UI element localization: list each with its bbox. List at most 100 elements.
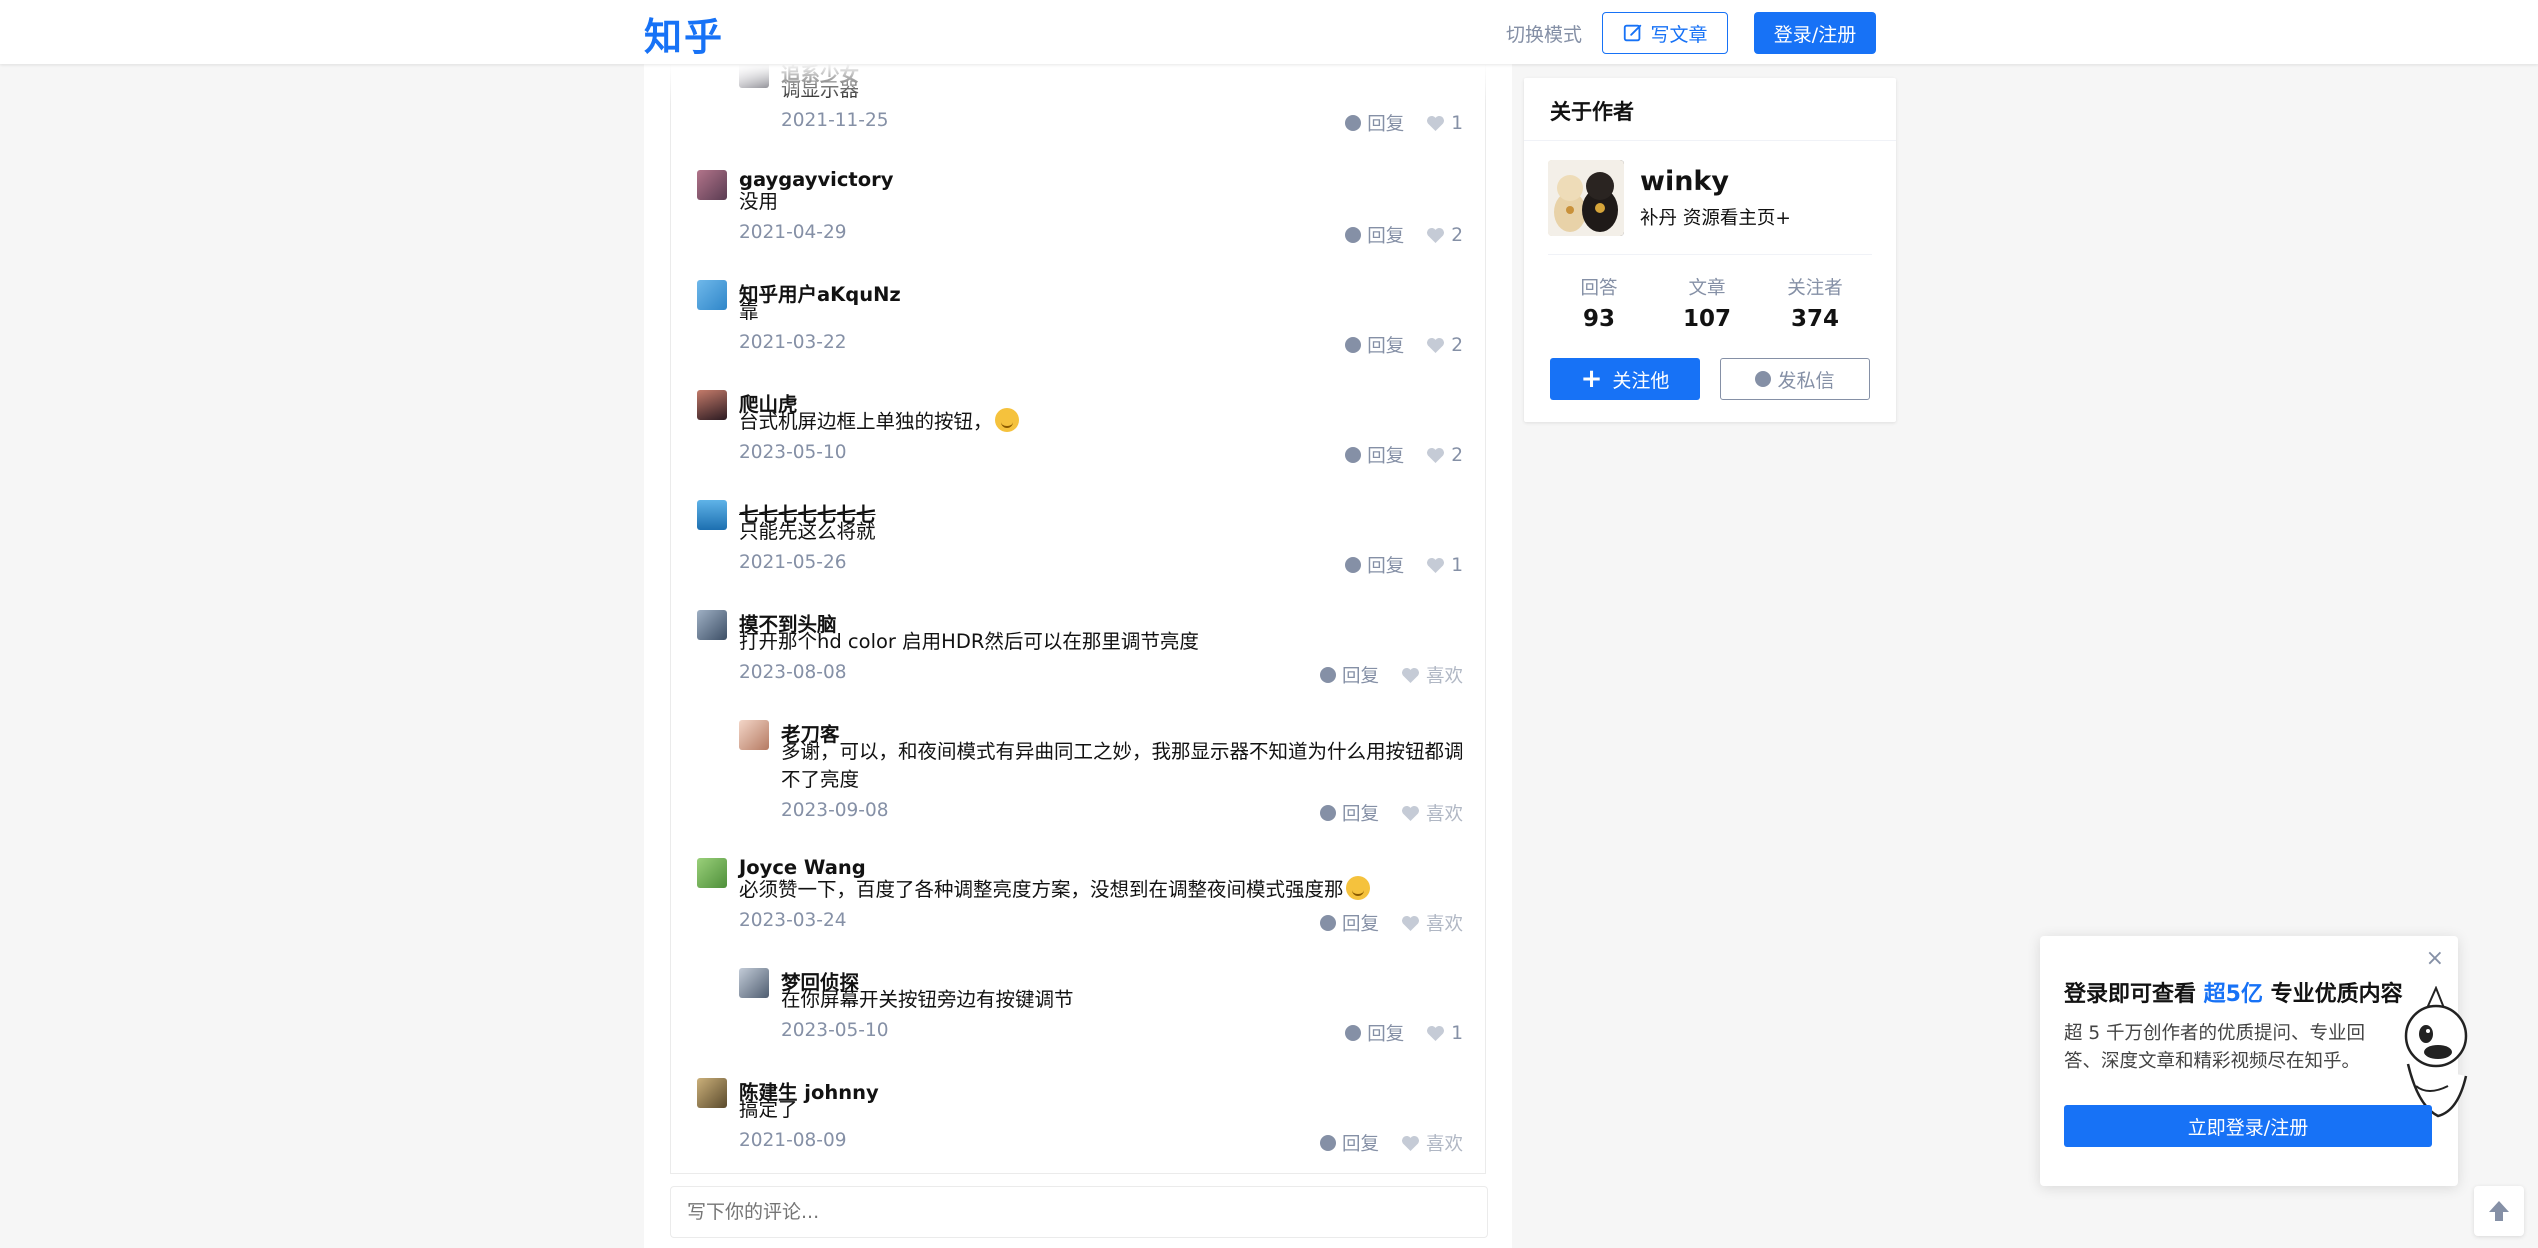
send-message-button[interactable]: 发私信 (1720, 358, 1870, 400)
heart-icon (1401, 915, 1419, 931)
comment-text: 打开那个hd color 启用HDR然后可以在那里调节亮度 (739, 630, 1199, 653)
stat-articles[interactable]: 文章 107 (1662, 274, 1752, 332)
like-button[interactable]: 喜欢 (1401, 910, 1463, 936)
avatar[interactable] (697, 390, 727, 420)
like-button[interactable]: 喜欢 (1401, 662, 1463, 688)
switch-mode-button[interactable]: 切换模式 (1506, 20, 1582, 47)
comment-date: 2021-04-29 (739, 222, 847, 243)
reply-label: 回复 (1367, 556, 1405, 577)
comment-actions: 回复 2 (1345, 222, 1463, 248)
lucky-cat-image (1548, 160, 1624, 236)
reply-button[interactable]: 回复 (1345, 222, 1404, 248)
comment-text: 搞定了 (739, 1098, 798, 1121)
reply-button[interactable]: 回复 (1345, 552, 1404, 578)
like-button[interactable]: 1 (1426, 555, 1463, 576)
reply-label: 回复 (1367, 226, 1405, 247)
like-button[interactable]: 喜欢 (1401, 800, 1463, 826)
reply-button[interactable]: 回复 (1345, 1020, 1404, 1046)
avatar[interactable] (739, 968, 769, 998)
reply-label: 回复 (1367, 1024, 1405, 1045)
comment-date: 2023-03-24 (739, 910, 847, 931)
comment-date: 2021-08-09 (739, 1130, 847, 1151)
reply-button[interactable]: 回复 (1319, 1130, 1379, 1156)
comment-date: 2021-05-26 (739, 552, 847, 573)
stat-answers[interactable]: 回答 93 (1554, 274, 1644, 332)
emoji-icon (994, 408, 1019, 432)
stat-followers[interactable]: 关注者 374 (1770, 274, 1860, 332)
comment-input[interactable] (670, 1186, 1488, 1238)
login-now-button[interactable]: 立即登录/注册 (2064, 1105, 2432, 1147)
comment-actions: 回复 2 (1345, 442, 1463, 468)
avatar[interactable] (697, 280, 727, 310)
comment-text: 靠 (739, 300, 759, 323)
like-button[interactable]: 2 (1426, 445, 1463, 466)
stat-value: 107 (1682, 306, 1731, 332)
author-name[interactable]: winky (1640, 166, 1729, 197)
comment-item: gaygayvictory 没用 2021-04-29 回复 2 (671, 168, 1485, 258)
comment-date: 2023-05-10 (739, 442, 847, 463)
comment-actions: 回复 喜欢 (1319, 800, 1463, 826)
avatar[interactable] (697, 1078, 727, 1108)
like-count: 1 (1451, 554, 1463, 576)
reply-label: 回复 (1367, 336, 1405, 357)
follow-button[interactable]: + 关注他 (1550, 358, 1700, 400)
comment-list: 追系少女 调显示器 2021-11-25 回复 1 gaygayvictory … (670, 64, 1486, 1174)
follow-label: 关注他 (1612, 369, 1670, 392)
comment-actions: 回复 1 (1345, 552, 1463, 578)
comment-author[interactable]: 知乎用户aKquNz (739, 278, 901, 307)
comment-item: 陈建生 johnny 搞定了 2021-08-09 回复 喜欢 (671, 1076, 1485, 1166)
comment-date: 2021-11-25 (781, 110, 889, 131)
comment-actions: 回复 喜欢 (1319, 1130, 1463, 1156)
comment-item: Joyce Wang 必须赞一下，百度了各种调整亮度方案，没想到在调整夜间模式强… (671, 856, 1485, 946)
divider (1524, 140, 1896, 141)
avatar[interactable] (697, 858, 727, 888)
back-to-top-button[interactable] (2474, 1186, 2524, 1236)
avatar[interactable] (739, 64, 769, 88)
comment-date: 2023-05-10 (781, 1020, 889, 1041)
author-card: 关于作者 winky 补丹 资源看主页+ 回答 93 文章 107 关注者 37… (1524, 78, 1896, 422)
like-count: 2 (1451, 444, 1463, 466)
avatar[interactable] (739, 720, 769, 750)
heart-icon (1401, 1135, 1419, 1151)
popup-title-prefix: 登录即可查看 (2064, 982, 2204, 1007)
author-bio: 补丹 资源看主页+ (1640, 208, 1791, 229)
like-button[interactable]: 喜欢 (1401, 1130, 1463, 1156)
reply-button[interactable]: 回复 (1319, 800, 1379, 826)
like-button[interactable]: 2 (1426, 225, 1463, 246)
write-article-button[interactable]: 写文章 (1602, 12, 1728, 54)
comment-actions: 回复 喜欢 (1319, 662, 1463, 688)
reply-button[interactable]: 回复 (1345, 332, 1404, 358)
comment-actions: 回复 1 (1345, 110, 1463, 136)
reply-label: 回复 (1341, 1134, 1379, 1155)
avatar[interactable] (697, 500, 727, 530)
emoji-icon (1345, 876, 1370, 900)
reply-icon (1319, 805, 1336, 821)
reply-button[interactable]: 回复 (1345, 110, 1404, 136)
login-prompt-popup: × 登录即可查看 超5亿 专业优质内容 超 5 千万创作者的优质提问、专业回答、… (2040, 936, 2468, 1186)
comment-date: 2023-09-08 (781, 800, 889, 821)
like-count: 喜欢 (1425, 914, 1463, 935)
comment-text: 没用 (739, 190, 779, 213)
like-button[interactable]: 1 (1426, 113, 1463, 134)
login-register-button[interactable]: 登录/注册 (1754, 12, 1876, 54)
reply-button[interactable]: 回复 (1319, 910, 1379, 936)
author-avatar[interactable] (1548, 160, 1624, 236)
comment-date: 2023-08-08 (739, 662, 847, 683)
reply-button[interactable]: 回复 (1319, 662, 1379, 688)
popup-title-suffix: 专业优质内容 (2262, 982, 2403, 1007)
like-button[interactable]: 2 (1426, 335, 1463, 356)
like-button[interactable]: 1 (1426, 1023, 1463, 1044)
avatar[interactable] (697, 170, 727, 200)
heart-icon (1427, 227, 1445, 243)
comment-text: 必须赞一下，百度了各种调整亮度方案，没想到在调整夜间模式强度那 (739, 876, 1370, 904)
popup-description: 超 5 千万创作者的优质提问、专业回答、深度文章和精彩视频尽在知乎。 (2064, 1023, 2366, 1072)
reply-button[interactable]: 回复 (1345, 442, 1404, 468)
close-icon[interactable]: × (2426, 946, 2444, 971)
avatar[interactable] (697, 610, 727, 640)
reply-icon (1345, 557, 1362, 573)
heart-icon (1427, 1025, 1445, 1041)
heart-icon (1401, 667, 1419, 683)
reply-icon (1345, 1025, 1362, 1041)
edit-icon (1624, 24, 1642, 42)
zhihu-logo[interactable]: 知乎 (644, 6, 724, 61)
